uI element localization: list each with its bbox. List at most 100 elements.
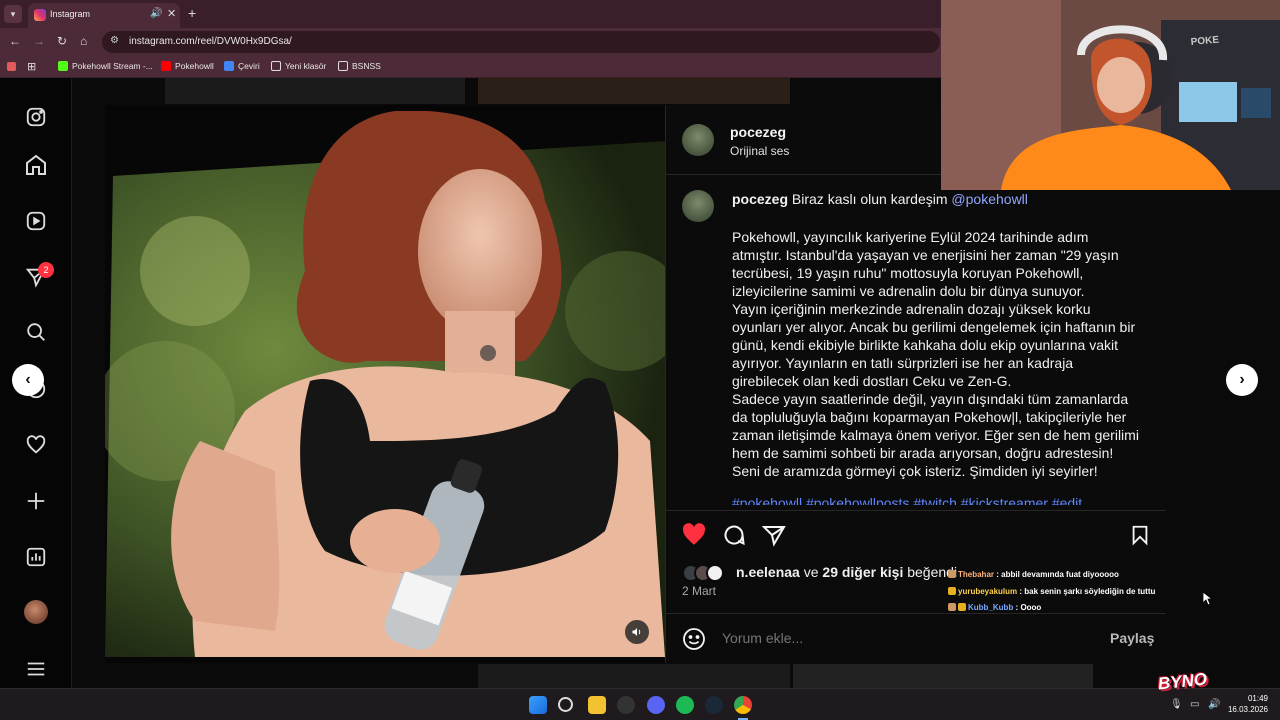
bookmark-ceviri[interactable]: Çeviri: [224, 61, 260, 71]
url-text[interactable]: instagram.com/reel/DVW0Hx9DGsa/: [129, 36, 292, 47]
badge-icon: [948, 587, 956, 595]
caption-text: Biraz kaslı olun kardeşim: [791, 191, 948, 207]
post-media[interactable]: [105, 105, 665, 663]
forward-icon[interactable]: →: [33, 34, 45, 48]
badge-icon: [958, 603, 966, 611]
microphone-icon[interactable]: 🎙: [1170, 699, 1183, 710]
bookmark-bsnss[interactable]: BSNSS: [338, 61, 381, 71]
webcam-overlay: POKE: [941, 0, 1280, 190]
caption-username[interactable]: pocezeg: [732, 191, 788, 207]
liker-avatar[interactable]: [706, 564, 724, 582]
like-heart-icon[interactable]: [680, 521, 708, 549]
share-icon[interactable]: [760, 521, 788, 549]
create-icon[interactable]: [22, 487, 50, 515]
post-date[interactable]: 2 Mart: [682, 584, 716, 598]
back-icon[interactable]: ←: [9, 34, 21, 48]
audio-label[interactable]: Orijinal ses: [730, 144, 789, 158]
file-explorer-icon[interactable]: [588, 696, 606, 714]
clock-time[interactable]: 01:49: [1228, 694, 1268, 703]
background-post: [793, 664, 1093, 688]
site-info-icon[interactable]: ⚙: [110, 35, 119, 46]
discord-icon[interactable]: [647, 696, 665, 714]
chat-username: Thebahar: [958, 570, 995, 579]
dashboard-icon[interactable]: [22, 543, 50, 571]
browser-tab-instagram[interactable]: Instagram 🔊 ✕: [28, 3, 180, 28]
chat-text: abbil devamında fuat diyooooo: [1001, 570, 1119, 579]
speaker-icon: [632, 628, 641, 636]
tab-search-menu-button[interactable]: ▾: [4, 5, 22, 23]
caption-body: Pokehowll, yayıncılık kariyerine Eylül 2…: [732, 229, 1139, 479]
bookmark-yeni-klasor[interactable]: Yeni klasör: [271, 61, 326, 71]
messages-badge: 2: [38, 262, 54, 278]
background-post: [165, 78, 465, 104]
comment-input[interactable]: [722, 630, 1082, 646]
tab-close-icon[interactable]: ✕: [167, 7, 176, 20]
search-icon[interactable]: [22, 318, 50, 346]
caption-avatar[interactable]: [682, 190, 714, 222]
profile-avatar[interactable]: [24, 600, 48, 624]
emoji-icon[interactable]: [682, 627, 706, 651]
windows-taskbar: 🎙 ▭ 🔊 01:49 16.03.2026: [0, 688, 1280, 720]
badge-icon: [948, 603, 956, 611]
menu-icon[interactable]: [22, 655, 50, 683]
likes-summary[interactable]: n.eelenaa ve 29 diğer kişi beğendi: [736, 564, 957, 580]
comment-icon[interactable]: [720, 521, 748, 549]
mouse-cursor-icon: [1202, 591, 1214, 611]
volume-button[interactable]: [625, 620, 649, 644]
liked-others-count[interactable]: 29 diğer kişi: [822, 564, 903, 580]
bookmark-save-icon[interactable]: [1126, 521, 1154, 549]
start-icon[interactable]: [529, 696, 547, 714]
tab-title: Instagram: [50, 9, 91, 19]
chat-message: Thebahar : abbil devamında fuat diyooooo: [948, 570, 1119, 579]
translate-icon: [224, 61, 234, 71]
kick-icon: [58, 61, 68, 71]
caption-area: pocezeg Biraz kaslı olun kardeşim @pokeh…: [666, 175, 1166, 510]
search-icon[interactable]: [558, 697, 573, 712]
chat-text: Oooo: [1020, 603, 1042, 612]
post-photo: [105, 111, 665, 657]
heart-icon[interactable]: [22, 431, 50, 459]
caption-heading: pocezeg Biraz kaslı olun kardeşim @pokeh…: [732, 191, 1142, 207]
clock-date[interactable]: 16.03.2026: [1218, 705, 1268, 714]
spotify-icon[interactable]: [676, 696, 694, 714]
reload-icon[interactable]: ↻: [57, 34, 67, 48]
youtube-icon: [161, 61, 171, 71]
folder-icon: [271, 61, 281, 71]
folder-icon: [338, 61, 348, 71]
bookmark-pokehowll[interactable]: Pokehowll: [161, 61, 214, 71]
chat-text: bak senin şarkı söylediğin de tuttu: [1024, 587, 1156, 596]
steam-icon[interactable]: [705, 696, 723, 714]
background-post: [478, 78, 790, 104]
liked-connector: ve: [803, 564, 819, 580]
home-icon[interactable]: [22, 151, 50, 179]
caption-hashtags[interactable]: #pokehowll #pokehowllposts #twitch #kick…: [732, 495, 1142, 505]
author-avatar[interactable]: [682, 124, 714, 156]
reels-icon[interactable]: [22, 207, 50, 235]
webcam-feed: POKE: [941, 0, 1280, 190]
caption-mention[interactable]: @pokehowll: [951, 191, 1027, 207]
previous-post-button[interactable]: ‹: [12, 364, 44, 396]
chat-message: Kubb_Kubb : Oooo: [948, 603, 1041, 612]
stream-chat-overlay: Thebahar : abbil devamında fuat diyooooo…: [948, 568, 1178, 618]
new-tab-button[interactable]: +: [188, 5, 196, 21]
tab-audio-icon[interactable]: 🔊: [150, 8, 162, 19]
comment-bar: Paylaş: [666, 613, 1166, 663]
liked-by-username[interactable]: n.eelenaa: [736, 564, 800, 580]
post-comment-button[interactable]: Paylaş: [1110, 630, 1154, 646]
bookmark-app-icon[interactable]: [7, 62, 16, 71]
home-button-icon[interactable]: ⌂: [80, 34, 87, 48]
instagram-favicon-icon: [34, 9, 46, 21]
bookmark-pokehowll-stream[interactable]: Pokehowll Stream -...: [58, 61, 153, 71]
chat-username: yurubeyakulum: [958, 587, 1018, 596]
chat-username: Kubb_Kubb: [968, 603, 1014, 612]
next-post-button[interactable]: ›: [1226, 364, 1258, 396]
apps-grid-icon[interactable]: ⊞: [27, 60, 36, 73]
chrome-icon[interactable]: [734, 696, 752, 714]
action-bar: [666, 510, 1166, 560]
author-username[interactable]: pocezeg: [730, 124, 786, 140]
badge-icon: [948, 570, 956, 578]
address-bar[interactable]: ⚙ instagram.com/reel/DVW0Hx9DGsa/: [102, 31, 940, 53]
instagram-icon[interactable]: [22, 103, 50, 131]
obs-icon[interactable]: [617, 696, 635, 714]
network-icon[interactable]: ▭: [1190, 699, 1199, 710]
